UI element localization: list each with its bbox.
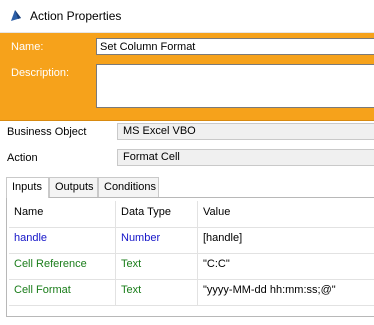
description-label: Description: <box>11 67 70 79</box>
name-label: Name: <box>11 41 44 53</box>
action-label: Action <box>7 152 38 164</box>
column-header-value: Value <box>203 206 231 218</box>
blueprism-icon <box>9 9 23 23</box>
param-data-type: Text <box>116 253 198 279</box>
tab-outputs[interactable]: Outputs <box>49 177 98 197</box>
param-name: Cell Format <box>9 279 116 305</box>
description-field[interactable] <box>96 64 374 108</box>
param-data-type: Text <box>116 279 198 305</box>
table-row[interactable]: Cell Format Text "yyyy-MM-dd hh:mm:ss;@" <box>9 279 374 306</box>
table-row[interactable]: Cell Reference Text "C:C" <box>9 253 374 280</box>
param-data-type: Number <box>116 227 198 253</box>
param-value[interactable]: "yyyy-MM-dd hh:mm:ss;@" <box>198 279 374 305</box>
column-header-data-type: Data Type <box>116 201 198 227</box>
param-value[interactable]: [handle] <box>198 227 374 253</box>
name-field[interactable] <box>96 38 374 55</box>
param-name: handle <box>9 227 116 253</box>
tab-inputs[interactable]: Inputs <box>6 177 49 198</box>
param-value[interactable]: "C:C" <box>198 253 374 279</box>
action-field[interactable]: Format Cell <box>117 149 374 166</box>
param-name: Cell Reference <box>9 253 116 279</box>
window-title: Action Properties <box>30 9 122 23</box>
column-header-name: Name <box>9 201 116 227</box>
table-header: Name Data Type Value <box>9 201 374 228</box>
tab-conditions[interactable]: Conditions <box>98 177 159 197</box>
table-row[interactable]: handle Number [handle] <box>9 227 374 254</box>
business-object-field[interactable]: MS Excel VBO <box>117 123 374 140</box>
business-object-label: Business Object <box>7 126 87 138</box>
title-bar: Action Properties <box>0 0 374 33</box>
action-properties-window: Action Properties Name: Description: Bus… <box>0 0 374 325</box>
